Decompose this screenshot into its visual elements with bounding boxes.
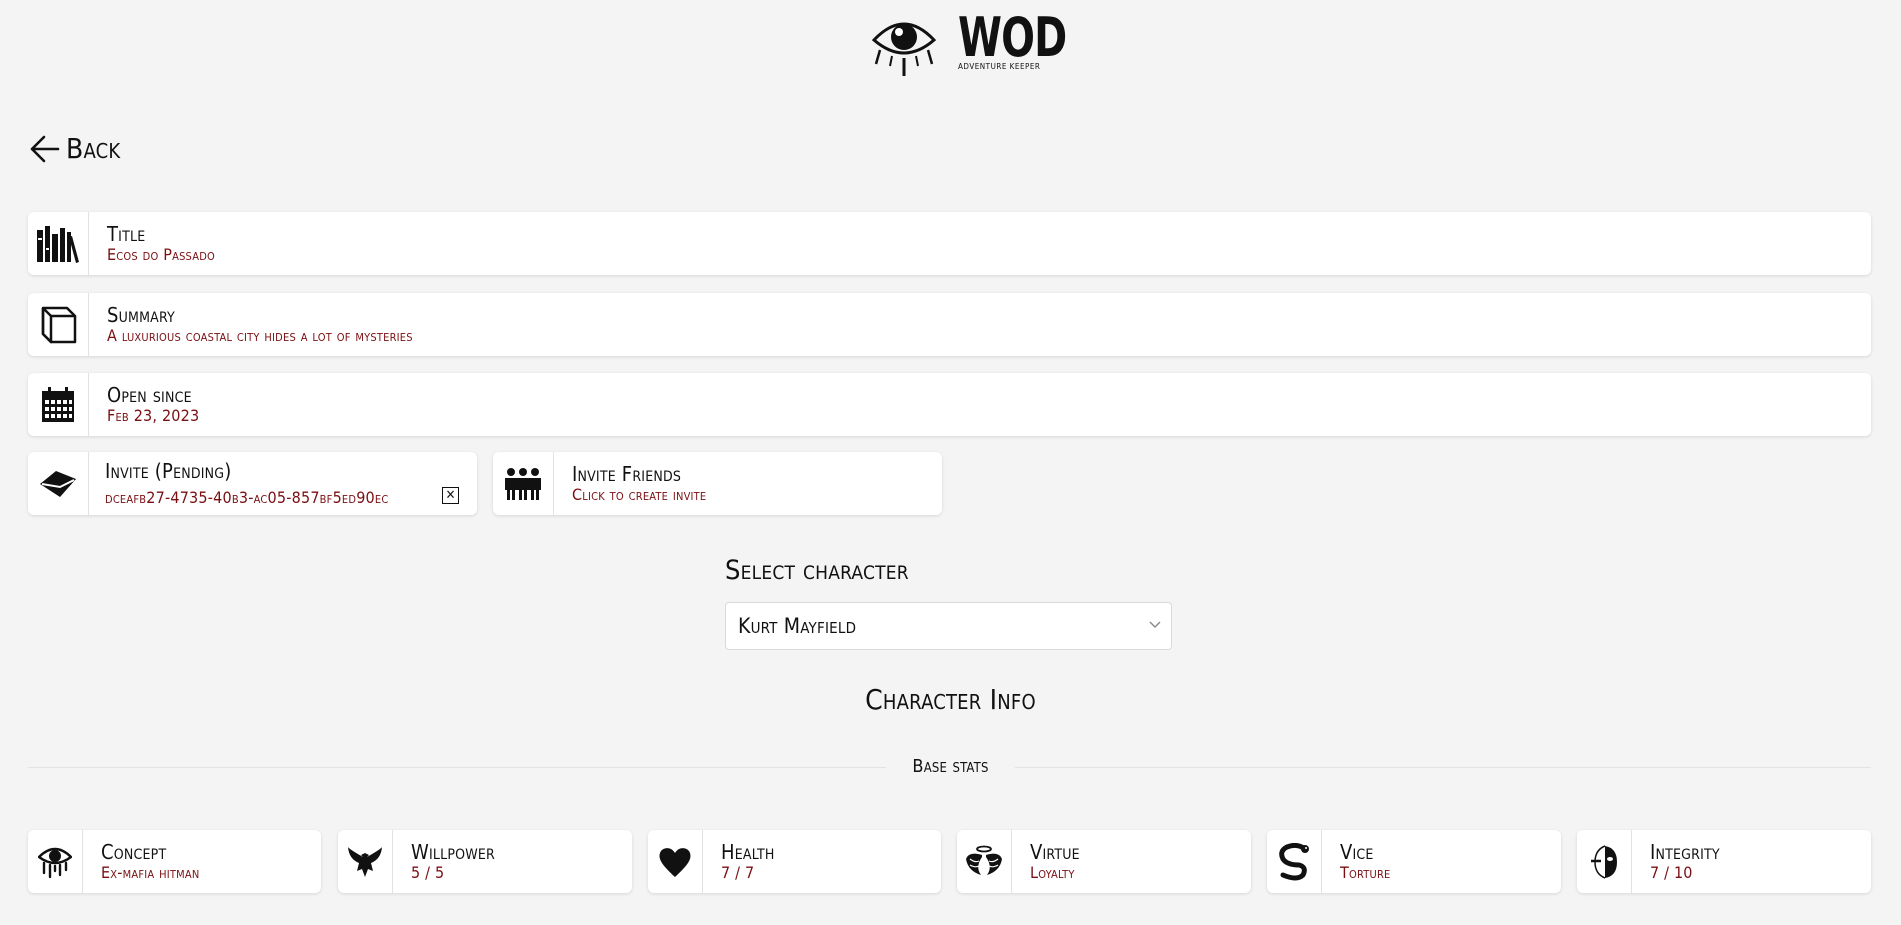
app-logo: WOD ADVENTURE KEEPER [872, 10, 1090, 78]
summary-value: A luxurious coastal city hides a lot of … [107, 325, 413, 345]
integrity-label: Integrity [1650, 839, 1720, 864]
envelope-icon [28, 452, 89, 515]
invite-code[interactable]: dceafb27-4735-40b3-ac05-857bf5ed90ec [105, 488, 388, 507]
invite-friends-label: Invite Friends [572, 461, 682, 486]
book-icon [28, 293, 89, 356]
open-since-label: Open since [107, 382, 192, 407]
close-icon: ✕ [445, 488, 456, 503]
health-value: 7 / 7 [721, 862, 755, 882]
virtue-value: Loyalty [1030, 862, 1075, 882]
character-select[interactable]: Kurt Mayfield [725, 602, 1172, 650]
stat-concept: Concept Ex-mafia hitman [28, 830, 321, 893]
summary-label: Summary [107, 302, 175, 327]
angel-wings-icon [957, 830, 1012, 893]
title-card: Title Ecos do Passado [28, 212, 1871, 275]
brand-name: WOD [958, 6, 1067, 69]
arrow-left-icon [30, 135, 60, 163]
health-label: Health [721, 839, 775, 864]
stat-virtue: Virtue Loyalty [957, 830, 1251, 893]
vice-value: Torture [1340, 862, 1391, 882]
cancel-invite-button[interactable]: ✕ [442, 487, 459, 504]
group-icon [493, 452, 554, 515]
open-since-value: Feb 23, 2023 [107, 405, 200, 425]
chevron-down-icon [1149, 621, 1161, 628]
eye-logo-icon [872, 22, 936, 76]
stat-willpower: Willpower 5 / 5 [338, 830, 632, 893]
title-label: Title [107, 221, 146, 246]
title-value: Ecos do Passado [107, 244, 216, 264]
invite-friends-card[interactable]: Invite Friends Click to create invite [493, 452, 942, 515]
summary-card: Summary A luxurious coastal city hides a… [28, 293, 1871, 356]
select-character-label: Select character [725, 555, 909, 586]
character-info-title: Character Info [865, 683, 1036, 716]
willpower-label: Willpower [411, 839, 496, 864]
stat-health: Health 7 / 7 [648, 830, 941, 893]
character-select-value: Kurt Mayfield [738, 614, 857, 638]
invite-pending-label: Invite (Pending) [105, 458, 232, 483]
back-button[interactable]: Back [30, 133, 120, 165]
heart-icon [648, 830, 703, 893]
calendar-icon [28, 373, 89, 436]
half-mask-icon [1577, 830, 1632, 893]
snake-icon [1267, 830, 1322, 893]
virtue-label: Virtue [1030, 839, 1080, 864]
concept-label: Concept [101, 839, 167, 864]
stat-vice: Vice Torture [1267, 830, 1561, 893]
books-icon [28, 212, 89, 275]
invite-friends-value: Click to create invite [572, 484, 707, 504]
integrity-value: 7 / 10 [1650, 862, 1693, 882]
willpower-value: 5 / 5 [411, 862, 445, 882]
back-label: Back [66, 132, 121, 165]
open-since-card: Open since Feb 23, 2023 [28, 373, 1871, 436]
invite-pending-card: Invite (Pending) dceafb27-4735-40b3-ac05… [28, 452, 477, 515]
eagle-icon [338, 830, 393, 893]
vice-label: Vice [1340, 839, 1374, 864]
base-stats-divider: Base stats [0, 754, 1901, 780]
base-stats-title: Base stats [886, 756, 1015, 777]
stat-integrity: Integrity 7 / 10 [1577, 830, 1871, 893]
concept-value: Ex-mafia hitman [101, 862, 200, 882]
crying-eye-icon [28, 830, 83, 893]
